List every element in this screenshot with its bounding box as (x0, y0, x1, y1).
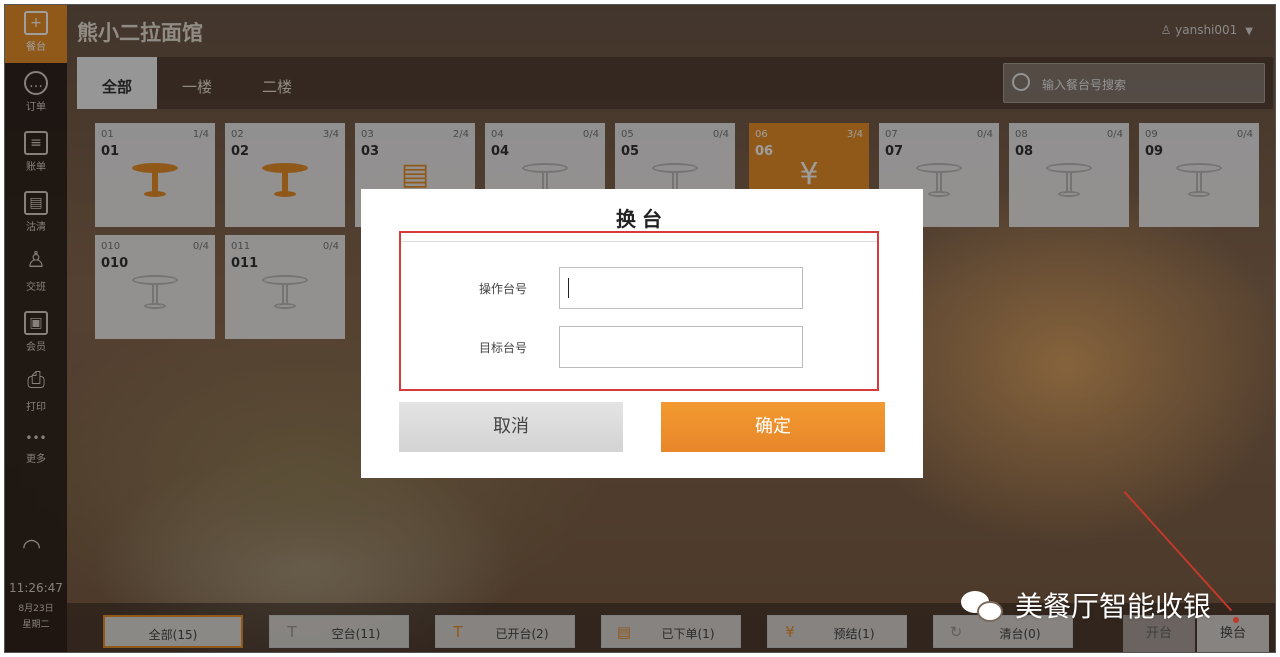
confirm-button[interactable]: 确定 (661, 402, 885, 452)
dialog-title: 换台 (616, 207, 668, 231)
watermark-text: 美餐厅智能收银 (1015, 590, 1212, 623)
source-table-input[interactable] (559, 267, 803, 309)
annotation-arrow-head (1233, 617, 1239, 623)
target-table-label: 目标台号 (479, 341, 528, 355)
source-table-label: 操作台号 (479, 282, 528, 296)
cancel-button[interactable]: 取消 (399, 402, 623, 452)
text-cursor (568, 278, 569, 298)
app-window: + 餐台 … 订单 ≡ 账单 ▤ 沽清 ♙ 交班 ▣ 会员 ⎙ 打印 ••• 更 (4, 4, 1276, 653)
change-table-dialog: 换台 操作台号 目标台号 取消 确定 (361, 189, 923, 478)
divider (401, 241, 877, 242)
watermark: 美餐厅智能收银 (961, 585, 1211, 625)
wechat-icon (961, 591, 1005, 625)
target-table-input[interactable] (559, 326, 803, 368)
